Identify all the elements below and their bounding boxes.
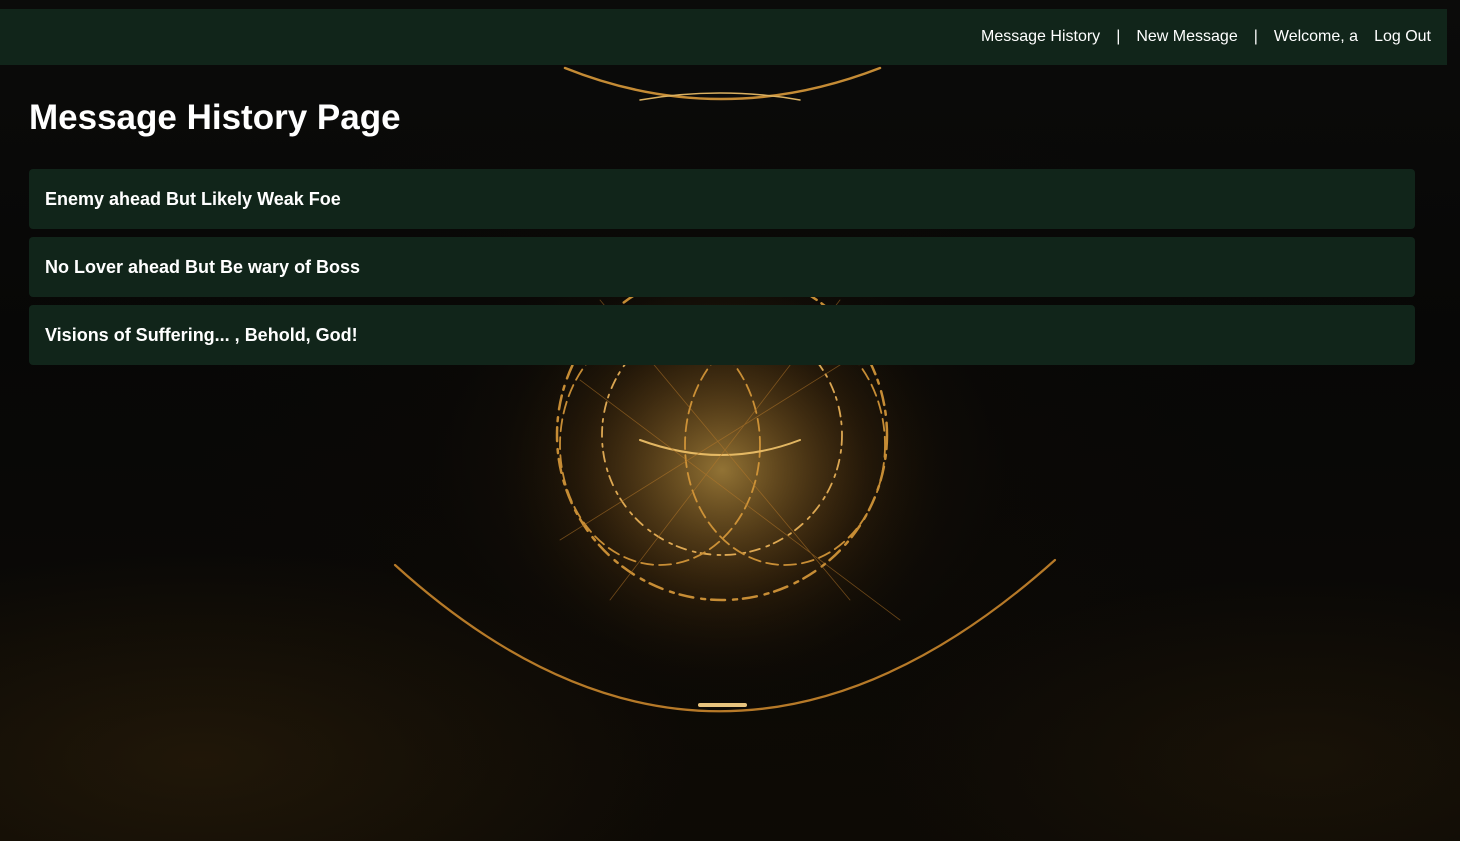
message-text: No Lover ahead But Be wary of Boss <box>45 256 361 277</box>
nav-links: Message History | New Message | Welcome,… <box>981 28 1447 46</box>
message-item[interactable]: Visions of Suffering... , Behold, God! <box>29 305 1415 365</box>
top-nav-bar: Message History | New Message | Welcome,… <box>0 9 1447 65</box>
nav-separator: | <box>1116 28 1121 45</box>
message-list: Enemy ahead But Likely Weak Foe No Lover… <box>29 169 1415 365</box>
welcome-text: Welcome, a <box>1273 28 1359 45</box>
page-title: Message History Page <box>29 98 401 137</box>
message-item[interactable]: Enemy ahead But Likely Weak Foe <box>29 169 1415 229</box>
logout-link[interactable]: Log Out <box>1374 28 1431 46</box>
page: Message History | New Message | Welcome,… <box>0 0 1460 841</box>
nav-separator: | <box>1253 28 1258 45</box>
message-text: Visions of Suffering... , Behold, God! <box>45 324 358 345</box>
message-item[interactable]: No Lover ahead But Be wary of Boss <box>29 237 1415 297</box>
main-content: Message History Page Enemy ahead But Lik… <box>29 90 1415 365</box>
nav-new-message-link[interactable]: New Message <box>1136 28 1237 46</box>
nav-message-history-link[interactable]: Message History <box>981 28 1100 46</box>
message-text: Enemy ahead But Likely Weak Foe <box>45 188 341 209</box>
